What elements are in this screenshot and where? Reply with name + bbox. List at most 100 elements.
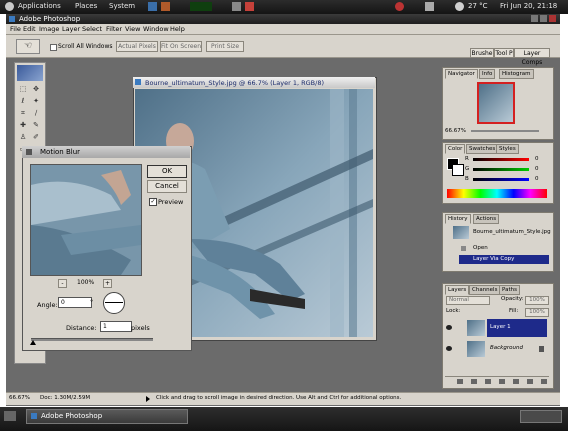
navigator-zoom-slider[interactable]: [471, 130, 539, 132]
layer-mask-icon[interactable]: [485, 379, 491, 384]
actual-pixels-button[interactable]: Actual Pixels: [116, 41, 158, 52]
clone-stamp-icon[interactable]: ♙: [18, 133, 28, 142]
tab-info[interactable]: Info: [479, 69, 496, 79]
move-tool-icon[interactable]: ✥: [31, 85, 41, 94]
tab-channels[interactable]: Channels: [469, 285, 501, 295]
fit-on-screen-button[interactable]: Fit On Screen: [160, 41, 202, 52]
menu-view[interactable]: View: [125, 25, 140, 33]
tab-color[interactable]: Color: [445, 144, 466, 154]
layer-comps-well[interactable]: Layer Comps: [514, 48, 550, 66]
blur-preview[interactable]: [30, 164, 142, 276]
taskbar-task-label: Adobe Photoshop: [41, 412, 103, 420]
ok-button[interactable]: OK: [147, 165, 187, 178]
preview-checkbox[interactable]: ✓: [149, 198, 157, 206]
channel-g-value[interactable]: 0: [535, 166, 539, 172]
cancel-button[interactable]: Cancel: [147, 180, 187, 193]
trash-icon[interactable]: [541, 379, 547, 384]
opacity-input[interactable]: 100%: [525, 296, 549, 305]
status-arrow-icon[interactable]: [146, 396, 150, 402]
red-slider[interactable]: [473, 158, 529, 161]
print-size-button[interactable]: Print Size: [206, 41, 244, 52]
status-zoom[interactable]: 66.67%: [9, 395, 30, 401]
lasso-tool-icon[interactable]: ℓ: [18, 97, 28, 106]
dialog-titlebar[interactable]: Motion Blur: [22, 146, 190, 158]
clock[interactable]: Fri Jun 20, 21:18: [500, 2, 557, 10]
tab-styles[interactable]: Styles: [496, 144, 519, 154]
close-button[interactable]: [549, 15, 556, 22]
adjustment-layer-icon[interactable]: [499, 379, 505, 384]
tab-paths[interactable]: Paths: [499, 285, 520, 295]
channel-b-value[interactable]: 0: [535, 176, 539, 182]
launcher-icon[interactable]: [148, 2, 157, 11]
brushes-well[interactable]: Brushe: [470, 48, 494, 58]
new-layer-icon[interactable]: [527, 379, 533, 384]
layer-row-selected[interactable]: Layer 1: [445, 319, 549, 338]
new-group-icon[interactable]: [513, 379, 519, 384]
background-color-swatch[interactable]: [452, 164, 464, 176]
history-item[interactable]: Open: [443, 244, 551, 253]
blend-mode-select[interactable]: Normal: [446, 296, 490, 305]
healing-brush-icon[interactable]: ✚: [18, 121, 28, 130]
history-snapshot-row[interactable]: Bourne_ultimatum_Style.jpg: [443, 225, 551, 241]
menu-file[interactable]: File: [10, 25, 21, 33]
angle-dial[interactable]: [103, 292, 125, 314]
minimize-button[interactable]: [531, 15, 538, 22]
navigator-thumbnail[interactable]: [477, 82, 515, 124]
fill-input[interactable]: 100%: [525, 308, 549, 317]
menu-image[interactable]: Image: [39, 25, 59, 33]
tab-layers[interactable]: Layers: [445, 285, 470, 295]
applications-menu[interactable]: Applications: [18, 2, 61, 10]
channel-r-value[interactable]: 0: [535, 156, 539, 162]
menu-window[interactable]: Window: [143, 25, 169, 33]
menu-filter[interactable]: Filter: [106, 25, 122, 33]
crop-tool-icon[interactable]: ⌗: [18, 109, 28, 118]
tab-navigator[interactable]: Navigator: [445, 69, 478, 79]
link-layers-icon[interactable]: [457, 379, 463, 384]
system-monitor-icon[interactable]: [190, 2, 212, 11]
zoom-in-button[interactable]: +: [103, 279, 112, 288]
distance-slider[interactable]: [31, 338, 153, 341]
history-item-selected[interactable]: Layer Via Copy: [459, 255, 549, 264]
tab-swatches[interactable]: Swatches: [466, 144, 499, 154]
magic-wand-icon[interactable]: ✦: [31, 97, 41, 106]
show-desktop-icon[interactable]: [4, 411, 16, 421]
network-icon[interactable]: [395, 2, 404, 11]
maximize-button[interactable]: [540, 15, 547, 22]
taskbar-task-photoshop[interactable]: Adobe Photoshop: [26, 409, 188, 424]
visibility-eye-icon[interactable]: [446, 325, 452, 330]
marquee-tool-icon[interactable]: ⬚: [18, 85, 28, 94]
zoom-out-button[interactable]: -: [58, 279, 67, 288]
tab-actions[interactable]: Actions: [473, 214, 500, 224]
brush-tool-icon[interactable]: ✎: [31, 121, 41, 130]
menu-help[interactable]: Help: [170, 25, 185, 33]
system-menu[interactable]: System: [109, 2, 135, 10]
distance-input[interactable]: [100, 321, 132, 332]
distance-slider-thumb[interactable]: [30, 340, 36, 345]
places-menu[interactable]: Places: [75, 2, 97, 10]
gnome-foot-icon[interactable]: [5, 2, 14, 11]
weather-temperature[interactable]: 27 °C: [468, 2, 488, 10]
blue-slider[interactable]: [473, 178, 529, 181]
tab-histogram[interactable]: Histogram: [499, 69, 534, 79]
hand-tool-preset-icon[interactable]: ☜: [16, 39, 40, 54]
workspace-switcher[interactable]: [520, 410, 562, 423]
launcher-icon[interactable]: [232, 2, 241, 11]
menu-select[interactable]: Select: [82, 25, 102, 33]
angle-input[interactable]: [58, 297, 92, 308]
navigator-zoom[interactable]: 66.67%: [445, 128, 466, 134]
visibility-eye-icon[interactable]: [446, 346, 452, 351]
slice-tool-icon[interactable]: ∕: [31, 109, 41, 118]
tool-presets-well[interactable]: Tool P: [494, 48, 514, 58]
menu-edit[interactable]: Edit: [23, 25, 36, 33]
layer-row[interactable]: Background: [445, 340, 549, 359]
volume-icon[interactable]: [425, 2, 434, 11]
color-spectrum-ramp[interactable]: [447, 189, 547, 198]
scroll-all-checkbox[interactable]: [50, 44, 57, 51]
menu-layer[interactable]: Layer: [62, 25, 80, 33]
launcher-icon[interactable]: [161, 2, 170, 11]
layer-style-icon[interactable]: [471, 379, 477, 384]
history-brush-icon[interactable]: ✐: [31, 133, 41, 142]
tab-history[interactable]: History: [445, 214, 471, 224]
green-slider[interactable]: [473, 168, 529, 171]
launcher-icon[interactable]: [245, 2, 254, 11]
